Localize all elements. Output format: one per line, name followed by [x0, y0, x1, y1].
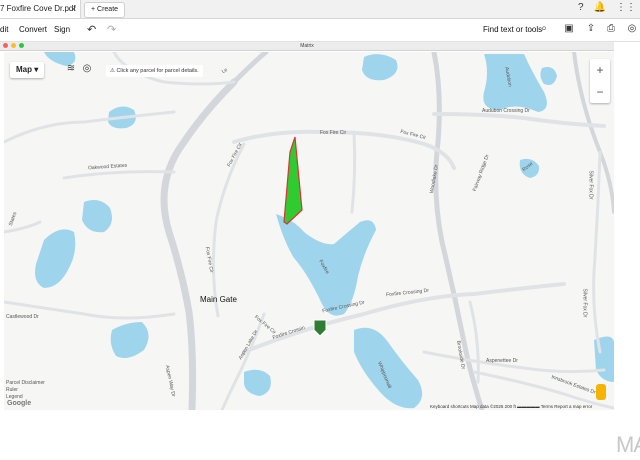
street-label: Silver Fox Dr	[581, 288, 588, 318]
bell-icon[interactable]: 🔔	[594, 2, 606, 13]
document-tab[interactable]: 7 Foxfire Cove Dr.pdf ×	[0, 0, 81, 18]
create-tab-button[interactable]: + Create	[84, 2, 126, 18]
street-label: Fox Fire Cir	[320, 130, 347, 136]
save-icon[interactable]: ▣	[562, 22, 576, 36]
watermark: MA	[616, 432, 640, 457]
layers-icon[interactable]: ≋	[64, 62, 78, 76]
lake-whippoorwill	[354, 327, 423, 409]
find-tools-label[interactable]: Find text or tools	[483, 19, 542, 41]
search-icon[interactable]: ⌕	[537, 22, 551, 36]
help-icon[interactable]: ?	[578, 2, 584, 13]
embedded-window-titlebar: Matrix	[0, 42, 614, 51]
street-label: Audubon Crossing Dr	[482, 108, 530, 114]
street-label: Silver Fox Dr	[587, 170, 594, 200]
close-tab-icon[interactable]: ×	[71, 0, 76, 18]
tab-bar: 7 Foxfire Cove Dr.pdf × + Create ? 🔔 ⋮⋮	[0, 0, 640, 19]
main-gate-label: Main Gate	[200, 295, 237, 304]
menu-edit[interactable]: dit	[0, 19, 8, 41]
google-logo: Google	[7, 400, 32, 407]
pdf-page: Matrix Map ▾ ≋ ◎ ⚠ Click any parcel for …	[0, 42, 614, 414]
map-type-button[interactable]: Map ▾	[10, 62, 45, 78]
road-fox-fire-west	[211, 142, 246, 318]
street-label: Aspenettee Dr	[486, 358, 518, 364]
water-bodies	[35, 52, 614, 409]
zoom-control: + −	[590, 59, 610, 103]
road-audubon-crossing	[432, 112, 606, 128]
lake-left-mid	[82, 200, 112, 233]
upload-icon[interactable]: ⇪	[584, 22, 598, 36]
menu-bar: dit Convert Sign ↶ ↷ Find text or tools …	[0, 19, 640, 42]
poi-marker	[313, 319, 327, 337]
road-fox-fire-inner	[350, 130, 357, 214]
lake-audubon	[483, 54, 547, 112]
street-label: Castlewood Dr	[6, 314, 39, 320]
window-icons: ? 🔔 ⋮⋮	[578, 2, 636, 13]
undo-icon[interactable]: ↶	[87, 19, 96, 41]
embedded-window-title: Matrix	[300, 43, 314, 49]
print-icon[interactable]: ⎙	[604, 22, 618, 36]
lake-upper-center	[362, 54, 398, 81]
parcel-disclaimer-link[interactable]: Parcel Disclaimer	[6, 380, 45, 387]
menu-sign[interactable]: Sign	[54, 19, 70, 41]
road-west-highway	[160, 78, 238, 410]
lake-bottom-left	[110, 322, 149, 358]
zoom-out-button[interactable]: −	[590, 81, 610, 103]
map-legend-links: Parcel Disclaimer Ruler Legend	[6, 380, 45, 401]
apps-icon[interactable]: ⋮⋮	[616, 2, 636, 13]
lake-small-top-right	[540, 67, 557, 85]
location-icon[interactable]: ◎	[80, 62, 94, 76]
road-north-branch	[231, 52, 269, 85]
road-oakwood	[62, 170, 176, 180]
lake-left-large	[35, 229, 76, 288]
share-icon[interactable]: ◎	[625, 22, 639, 36]
street-view-pegman-icon[interactable]	[596, 384, 606, 400]
menu-convert[interactable]: Convert	[19, 19, 47, 41]
lake-bottom-small	[244, 369, 271, 396]
road-silver-fox	[592, 150, 602, 354]
selected-parcel	[283, 136, 303, 225]
map-view[interactable]: Map ▾ ≋ ◎ ⚠ Click any parcel for parcel …	[4, 52, 614, 410]
document-tab-title: 7 Foxfire Cove Dr.pdf	[0, 4, 76, 13]
parcel-hint: ⚠ Click any parcel for parcel details.	[106, 65, 203, 77]
zoom-in-button[interactable]: +	[590, 59, 610, 81]
map-canvas	[4, 52, 614, 410]
ruler-link[interactable]: Ruler	[6, 387, 45, 394]
road-left-upper	[4, 110, 176, 144]
redo-icon[interactable]: ↷	[107, 19, 116, 41]
map-attribution: Keyboard shortcuts Map data ©2025 200 ft…	[430, 404, 593, 409]
